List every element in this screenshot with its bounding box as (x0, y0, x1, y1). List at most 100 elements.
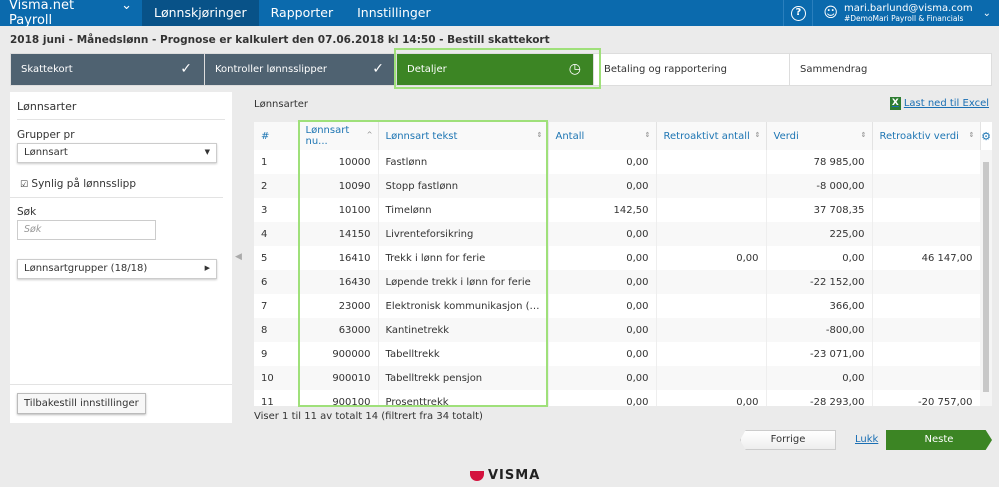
step-skattekort[interactable]: Skattekort ✓ (11, 54, 205, 85)
user-menu[interactable]: ☺ mari.barlund@visma.com #DemoMari Payrol… (813, 3, 999, 23)
close-link[interactable]: Lukk (855, 434, 878, 445)
column-header-label: # (261, 130, 270, 142)
help-button[interactable]: ? (783, 0, 814, 26)
tab-innstillinger[interactable]: Innstillinger (345, 0, 443, 26)
table-cell: 3 (254, 198, 299, 222)
top-nav: Visma.net Payroll ⌄ Lønnskjøringer Rappor… (0, 0, 999, 28)
tab-lonnskjoringer[interactable]: Lønnskjøringer (142, 0, 259, 26)
table-cell: 225,00 (766, 222, 873, 246)
table-cell (872, 270, 981, 294)
gear-icon[interactable]: ⚙ (981, 130, 991, 143)
sort-icon[interactable]: ⇕ (861, 131, 867, 139)
table-cell: 0,00 (548, 366, 657, 390)
step-label: Kontroller lønnsslipper (215, 64, 327, 75)
table-cell: 0,00 (548, 318, 657, 342)
table-cell: 0,00 (548, 222, 657, 246)
groups-label: Lønnsartgrupper (18/18) (24, 263, 148, 274)
excel-icon: X (889, 97, 901, 110)
table-cell (656, 174, 767, 198)
table-cell: 0,00 (766, 246, 873, 270)
table-cell: -28 293,00 (766, 390, 873, 406)
table-cell (872, 174, 981, 198)
step-betaling[interactable]: Betaling og rapportering (594, 54, 790, 85)
table-cell (872, 222, 981, 246)
table-cell: -22 152,00 (766, 270, 873, 294)
check-icon: ✓ (180, 61, 192, 77)
table-cell: 0,00 (766, 366, 873, 390)
column-header-label: Retroaktivt antall (663, 130, 750, 142)
column-header-label: Retroaktiv verdi (879, 130, 959, 142)
sort-icon[interactable]: ⇕ (969, 131, 975, 139)
search-label: Søk (17, 206, 37, 218)
table-cell: 7 (254, 294, 299, 318)
divider (10, 197, 223, 198)
search-input[interactable]: Søk (17, 220, 156, 240)
section-title: Lønnsarter (254, 99, 308, 110)
table-cell (656, 222, 767, 246)
checkbox-label: Synlig på lønnsslipp (31, 178, 136, 190)
table-cell: 0,00 (548, 270, 657, 294)
table-cell (656, 318, 767, 342)
step-kontroller[interactable]: Kontroller lønnsslipper ✓ (205, 54, 397, 85)
highlight-box (298, 120, 548, 407)
groups-expander[interactable]: Lønnsartgrupper (18/18) ▶ (17, 259, 217, 279)
column-header[interactable]: # (254, 122, 299, 150)
column-header[interactable]: Retroaktiv verdi ⇕ (872, 122, 981, 150)
table-cell: -20 757,00 (872, 390, 981, 406)
column-header-label: Verdi (773, 130, 799, 142)
chevron-down-icon: ⌄ (982, 7, 991, 19)
app-switcher[interactable]: Visma.net Payroll ⌄ (0, 0, 142, 28)
column-header[interactable]: Antall ⇕ (548, 122, 657, 150)
scrollbar-thumb[interactable] (983, 162, 989, 392)
excel-link-text: Last ned til Excel (903, 98, 989, 109)
table-cell: 10 (254, 366, 299, 390)
previous-button[interactable]: Forrige (740, 430, 836, 450)
visma-logo-text: VISMA (488, 468, 541, 483)
check-icon: ✓ (372, 61, 384, 77)
group-value: Lønnsart (24, 147, 68, 158)
table-cell: 1 (254, 150, 299, 174)
collapse-panel-icon[interactable]: ◀ (235, 252, 242, 262)
sort-icon[interactable]: ⇕ (645, 131, 651, 139)
brand-name: Visma.net Payroll (9, 0, 75, 28)
table-cell (872, 318, 981, 342)
caret-right-icon: ▶ (204, 264, 210, 272)
next-button[interactable]: Neste (886, 430, 992, 450)
table-cell (872, 342, 981, 366)
table-cell: -8 000,00 (766, 174, 873, 198)
user-org: #DemoMari Payroll & Financials (843, 14, 964, 23)
table-cell: 37 708,35 (766, 198, 873, 222)
table-cell (656, 150, 767, 174)
table-cell: 142,50 (548, 198, 657, 222)
excel-download-link[interactable]: X Last ned til Excel (889, 97, 989, 110)
chevron-down-icon: ⌄ (121, 0, 132, 13)
table-cell (656, 342, 767, 366)
visible-checkbox-row[interactable]: ☑ Synlig på lønnsslipp (20, 178, 136, 190)
table-cell: 0,00 (548, 294, 657, 318)
table-cell: -800,00 (766, 318, 873, 342)
highlight-box (394, 48, 601, 89)
reset-settings-button[interactable]: Tilbakestill innstillinger (17, 393, 146, 414)
tab-rapporter[interactable]: Rapporter (259, 0, 345, 26)
panel-heading: Lønnsarter (17, 100, 225, 120)
step-sammendrag[interactable]: Sammendrag (790, 54, 991, 85)
user-icon: ☺ (823, 5, 838, 21)
table-cell: 0,00 (548, 342, 657, 366)
table-cell (656, 294, 767, 318)
group-select[interactable]: Lønnsart ▼ (17, 143, 217, 163)
column-header[interactable]: Verdi ⇕ (766, 122, 873, 150)
scrollbar[interactable] (980, 150, 992, 406)
table-cell: 0,00 (548, 390, 657, 406)
table-cell: 2 (254, 174, 299, 198)
step-label: Skattekort (21, 64, 73, 75)
table-cell (872, 366, 981, 390)
table-cell: 366,00 (766, 294, 873, 318)
table-cell: 0,00 (548, 246, 657, 270)
checkbox[interactable]: ☑ (20, 180, 28, 190)
caret-down-icon: ▼ (204, 148, 210, 156)
sort-icon[interactable]: ⇕ (755, 131, 761, 139)
help-icon: ? (790, 5, 806, 21)
filter-panel: Lønnsarter Grupper pr Lønnsart ▼ ☑ Synlig… (10, 92, 232, 423)
table-info: Viser 1 til 11 av totalt 14 (filtrert fr… (254, 411, 483, 422)
column-header[interactable]: Retroaktivt antall ⇕ (656, 122, 767, 150)
